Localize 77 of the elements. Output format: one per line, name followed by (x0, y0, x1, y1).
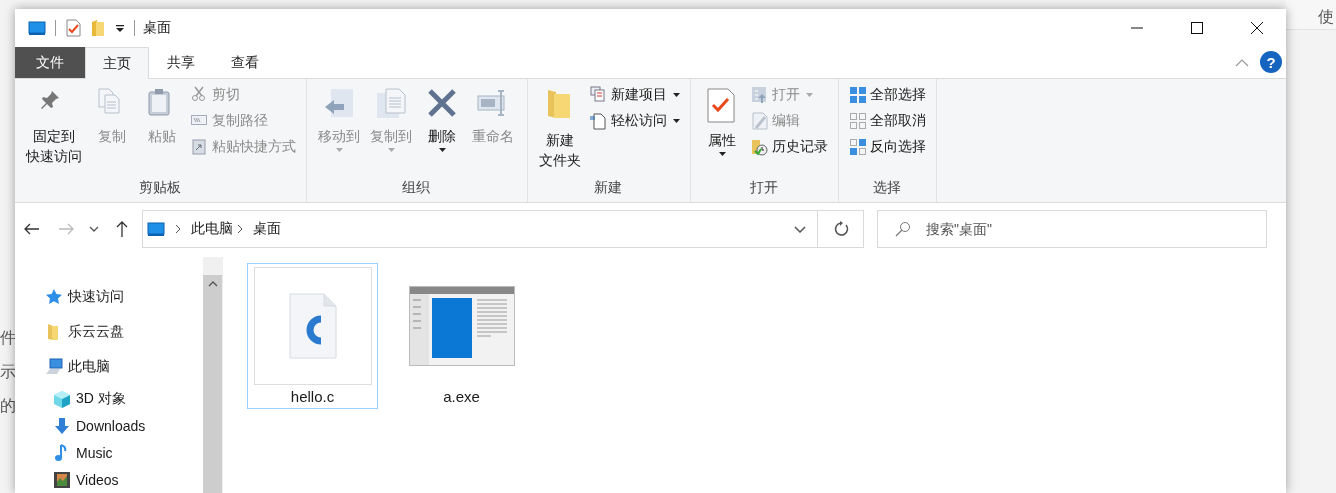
group-label: 新建 (593, 178, 623, 197)
easy-access-icon (590, 112, 608, 130)
back-arrow-icon (24, 223, 40, 235)
background-text: 示 (0, 362, 15, 382)
background-text: 的 (0, 396, 15, 416)
program-window-icon (408, 286, 515, 366)
ribbon-button[interactable]: 轻松访问 (590, 111, 682, 131)
folder-icon (91, 19, 105, 37)
ribbon-button[interactable]: 全部取消 (849, 111, 928, 131)
shortcut-icon (191, 138, 209, 156)
chevron-icon (175, 224, 181, 234)
scroll-up-icon (207, 281, 218, 287)
film-icon (53, 470, 71, 489)
background-text: 件 (0, 328, 15, 348)
breadcrumb[interactable]: 桌面 (253, 220, 281, 238)
new-item-icon (590, 86, 608, 104)
group-label: 打开 (748, 178, 779, 197)
monitor-icon (28, 21, 46, 35)
ribbon-button[interactable]: 反向选择 (849, 137, 928, 157)
navigation-item[interactable]: Music (15, 439, 203, 467)
navigation-item[interactable]: Videos (15, 466, 203, 493)
up-arrow-icon (116, 221, 128, 237)
history-icon (751, 138, 769, 156)
close-icon (1251, 22, 1263, 34)
computer-icon (45, 358, 63, 377)
select-all-icon (849, 86, 867, 104)
customize-toolbar-icon (115, 23, 125, 33)
breadcrumb[interactable]: 此电脑 (191, 220, 233, 238)
help-button[interactable]: ? (1260, 51, 1282, 73)
select-none-icon (849, 112, 867, 130)
ribbon-button[interactable]: 新建项目 (590, 85, 682, 105)
group-label: 组织 (401, 178, 431, 197)
copy-to-icon (375, 88, 407, 120)
star-icon (45, 287, 63, 306)
navigation-item[interactable]: 快速访问 (15, 279, 203, 315)
chevron-down-icon (89, 226, 99, 232)
chevron-down-icon (794, 225, 806, 233)
refresh-icon (832, 221, 849, 237)
forward-arrow-icon (58, 223, 74, 235)
group-label: 选择 (871, 178, 902, 197)
maximize-icon (1191, 22, 1203, 34)
file-item[interactable]: hello.c (247, 263, 378, 409)
ribbon-tab[interactable]: 共享 (149, 47, 213, 78)
monitor-icon (147, 222, 165, 236)
edit-icon (751, 112, 769, 130)
navigation-item[interactable]: 3D 对象 (15, 385, 203, 413)
background-text: 使 (1318, 6, 1334, 27)
move-to-icon (323, 88, 355, 120)
ribbon-button[interactable]: 历史记录 (751, 137, 830, 157)
navigation-item[interactable]: 乐云云盘 (15, 314, 203, 350)
file-item[interactable]: a.exe (396, 263, 527, 409)
refresh-button[interactable] (818, 210, 864, 248)
navigation-item[interactable]: 此电脑 (15, 349, 203, 386)
chevron-icon (237, 224, 243, 234)
search-icon (895, 221, 911, 237)
window-title: 桌面 (143, 19, 171, 37)
group-label: 剪贴板 (137, 178, 182, 197)
checkmark-document-icon (65, 19, 81, 37)
cube-icon (53, 389, 71, 408)
ribbon-tab[interactable]: 查看 (213, 47, 277, 78)
ribbon-button[interactable]: 固定到 快速访问 (24, 83, 84, 169)
scrollbar[interactable] (203, 257, 222, 493)
download-icon (53, 416, 71, 435)
ribbon-tab[interactable]: 主页 (85, 47, 149, 79)
ribbon-button[interactable]: 新建 文件夹 (537, 83, 583, 173)
search-field[interactable]: 搜索"桌面" (877, 210, 1267, 248)
file-menu-tab[interactable]: 文件 (15, 47, 85, 78)
open-icon (751, 86, 769, 104)
navigation-item[interactable]: Downloads (15, 412, 203, 440)
ribbon-button[interactable]: 删除 (420, 83, 464, 155)
c-source-file-icon (288, 293, 337, 359)
properties-icon (706, 88, 738, 124)
invert-selection-icon (849, 138, 867, 156)
ribbon-button[interactable]: 属性 (700, 83, 744, 159)
chevron-up-icon (1235, 58, 1249, 67)
address-bar[interactable]: 此电脑 桌面 (142, 210, 818, 248)
ribbon-button[interactable]: 全部选择 (849, 85, 928, 105)
